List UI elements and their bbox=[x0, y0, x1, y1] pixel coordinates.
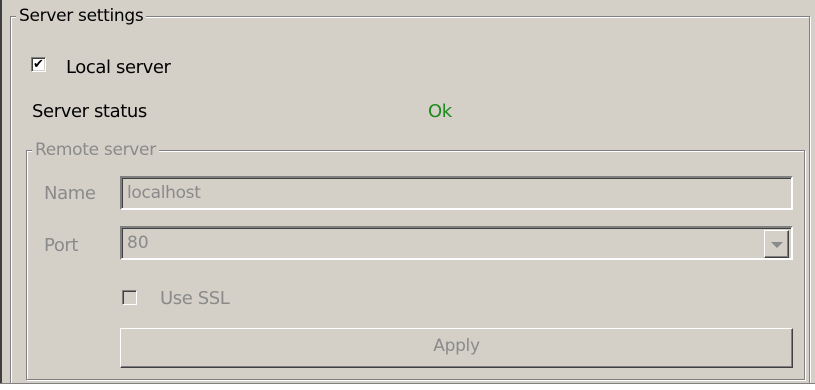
server-settings-group-title: Server settings bbox=[16, 6, 147, 26]
local-server-label[interactable]: Local server bbox=[66, 57, 171, 79]
checkmark-icon: ✔ bbox=[33, 57, 44, 72]
port-label: Port bbox=[44, 235, 79, 256]
remote-server-group-title: Remote server bbox=[32, 140, 159, 160]
use-ssl-checkbox[interactable] bbox=[122, 290, 137, 305]
port-select[interactable]: 80 bbox=[120, 226, 793, 260]
server-status-label: Server status bbox=[32, 101, 147, 122]
use-ssl-label[interactable]: Use SSL bbox=[160, 288, 230, 310]
name-field[interactable]: localhost bbox=[120, 176, 793, 210]
window-bottom-edge bbox=[0, 384, 815, 390]
server-settings-window: Server settings ✔ Local server Server st… bbox=[0, 0, 815, 390]
apply-button[interactable]: Apply bbox=[120, 328, 793, 368]
local-server-checkbox[interactable]: ✔ bbox=[31, 57, 46, 72]
name-label: Name bbox=[44, 183, 96, 204]
chevron-down-icon bbox=[770, 242, 783, 248]
server-status-value: Ok bbox=[428, 101, 452, 122]
port-dropdown-button[interactable] bbox=[764, 230, 789, 258]
port-select-value: 80 bbox=[127, 233, 149, 253]
